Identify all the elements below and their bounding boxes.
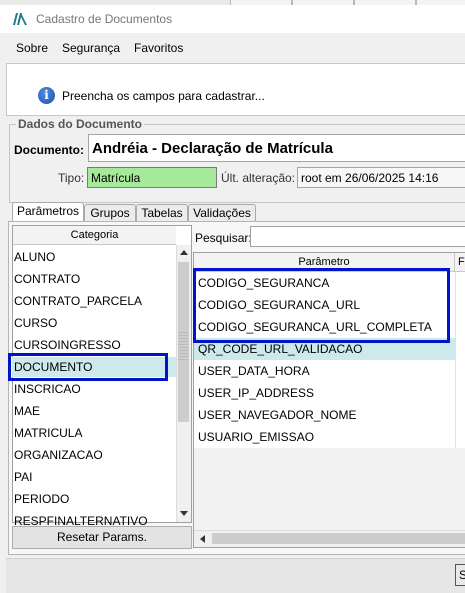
category-item[interactable]: CURSOINGRESSO: [14, 338, 121, 352]
category-item[interactable]: PAI: [14, 470, 32, 484]
ultima-alteracao-field: root em 26/06/2025 14:16: [297, 167, 465, 188]
category-item[interactable]: RESPFINALTERNATIVO: [14, 514, 148, 526]
category-item[interactable]: MAE: [14, 404, 40, 418]
documento-label: Documento:: [14, 143, 84, 157]
category-highlight-box: [8, 353, 168, 381]
parameter-item[interactable]: QR_CODE_URL_VALIDACAO: [198, 342, 363, 356]
parameter-highlight-box: [193, 268, 450, 343]
bottom-bar: [6, 558, 465, 593]
column-divider: [455, 272, 456, 448]
info-icon: i: [38, 87, 55, 104]
ultima-alteracao-label: Últ. alteração:: [221, 171, 296, 185]
search-label: Pesquisar:: [195, 231, 252, 245]
table-empty-area: [194, 448, 465, 530]
window-title: Cadastro de Documentos: [36, 12, 173, 26]
app-logo-icon: [13, 13, 27, 25]
category-item[interactable]: PERIODO: [14, 492, 69, 506]
tab-parametros[interactable]: Parâmetros: [12, 202, 84, 221]
category-item[interactable]: CONTRATO_PARCELA: [14, 294, 142, 308]
tab-tabelas[interactable]: Tabelas: [136, 204, 188, 221]
parameter-scroll-thumb[interactable]: [212, 533, 465, 544]
scroll-up-icon[interactable]: [180, 250, 188, 255]
search-input[interactable]: [250, 226, 465, 247]
info-message: Preencha os campos para cadastrar...: [62, 89, 265, 103]
parameter-item[interactable]: USUARIO_EMISSAO: [198, 430, 314, 444]
category-item[interactable]: ALUNO: [14, 250, 55, 264]
parameter-item[interactable]: USER_DATA_HORA: [198, 364, 310, 378]
category-column-header[interactable]: Categoria: [13, 226, 176, 245]
scroll-left-icon[interactable]: [200, 535, 205, 543]
tab-validacoes[interactable]: Validações: [188, 204, 256, 221]
tipo-field[interactable]: Matrícula: [87, 167, 217, 188]
menu-seguranca[interactable]: Segurança: [62, 41, 120, 55]
group-title: Dados do Documento: [16, 117, 145, 131]
category-item[interactable]: MATRICULA: [14, 426, 82, 440]
splitter-handle[interactable]: [178, 330, 188, 360]
category-item[interactable]: CONTRATO: [14, 272, 80, 286]
tab-grupos[interactable]: Grupos: [84, 204, 136, 221]
documento-value: Andréia - Declaração de Matrícula: [92, 140, 333, 157]
parameter-item[interactable]: USER_IP_ADDRESS: [198, 386, 314, 400]
reset-params-button[interactable]: Resetar Params.: [12, 526, 192, 549]
second-column-header[interactable]: F: [455, 253, 465, 272]
scroll-down-icon[interactable]: [180, 511, 188, 516]
bottom-action-button[interactable]: S: [455, 564, 465, 586]
category-item[interactable]: CURSO: [14, 316, 57, 330]
tipo-label: Tipo:: [58, 171, 85, 185]
menu-favoritos[interactable]: Favoritos: [134, 41, 183, 55]
parameter-item[interactable]: USER_NAVEGADOR_NOME: [198, 408, 356, 422]
category-item[interactable]: INSCRICAO: [14, 382, 81, 396]
menu-sobre[interactable]: Sobre: [16, 41, 48, 55]
category-item[interactable]: ORGANIZACAO: [14, 448, 103, 462]
